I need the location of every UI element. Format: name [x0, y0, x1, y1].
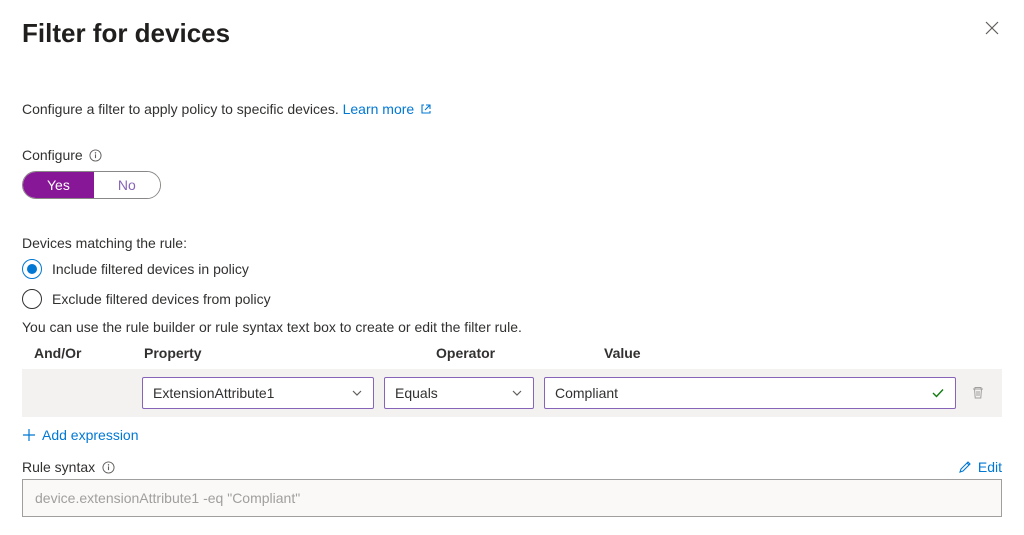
- radio-icon: [22, 259, 42, 279]
- intro-text: Configure a filter to apply policy to sp…: [22, 101, 1002, 117]
- dialog-title: Filter for devices: [22, 18, 230, 49]
- property-value: ExtensionAttribute1: [153, 385, 274, 401]
- configure-toggle[interactable]: Yes No: [22, 171, 161, 199]
- plus-icon: [22, 428, 36, 442]
- rule-syntax-box[interactable]: device.extensionAttribute1 -eq "Complian…: [22, 479, 1002, 517]
- configure-label: Configure: [22, 147, 83, 163]
- matching-heading: Devices matching the rule:: [22, 235, 1002, 251]
- rule-syntax-text: device.extensionAttribute1 -eq "Complian…: [35, 490, 300, 506]
- learn-more-label: Learn more: [343, 101, 415, 117]
- col-value: Value: [604, 345, 1002, 361]
- info-icon[interactable]: [89, 148, 103, 162]
- configure-no[interactable]: No: [94, 172, 160, 198]
- info-icon[interactable]: [101, 460, 115, 474]
- radio-icon: [22, 289, 42, 309]
- pencil-icon: [958, 460, 972, 474]
- exclude-label: Exclude filtered devices from policy: [52, 291, 271, 307]
- chevron-down-icon: [351, 387, 363, 399]
- expression-row: ExtensionAttribute1 Equals Compliant: [22, 369, 1002, 417]
- add-expression-button[interactable]: Add expression: [22, 427, 139, 443]
- exclude-radio[interactable]: Exclude filtered devices from policy: [22, 289, 1002, 309]
- close-icon: [984, 20, 1000, 36]
- value-input[interactable]: Compliant: [544, 377, 956, 409]
- rule-syntax-label: Rule syntax: [22, 459, 95, 475]
- builder-hint: You can use the rule builder or rule syn…: [22, 319, 1002, 335]
- column-headers: And/Or Property Operator Value: [22, 345, 1002, 361]
- add-expression-label: Add expression: [42, 427, 139, 443]
- chevron-down-icon: [511, 387, 523, 399]
- operator-dropdown[interactable]: Equals: [384, 377, 534, 409]
- property-dropdown[interactable]: ExtensionAttribute1: [142, 377, 374, 409]
- configure-yes[interactable]: Yes: [23, 172, 94, 198]
- col-operator: Operator: [436, 345, 604, 361]
- external-link-icon: [418, 101, 432, 117]
- operator-value: Equals: [395, 385, 438, 401]
- delete-expression-button[interactable]: [966, 381, 990, 405]
- include-label: Include filtered devices in policy: [52, 261, 249, 277]
- trash-icon: [970, 385, 986, 401]
- col-andor: And/Or: [34, 345, 144, 361]
- checkmark-icon: [931, 386, 945, 400]
- intro-body: Configure a filter to apply policy to sp…: [22, 101, 343, 117]
- edit-syntax-button[interactable]: Edit: [958, 459, 1002, 475]
- close-button[interactable]: [982, 18, 1002, 38]
- edit-label: Edit: [978, 459, 1002, 475]
- col-property: Property: [144, 345, 436, 361]
- learn-more-link[interactable]: Learn more: [343, 101, 432, 117]
- include-radio[interactable]: Include filtered devices in policy: [22, 259, 1002, 279]
- value-text: Compliant: [555, 385, 618, 401]
